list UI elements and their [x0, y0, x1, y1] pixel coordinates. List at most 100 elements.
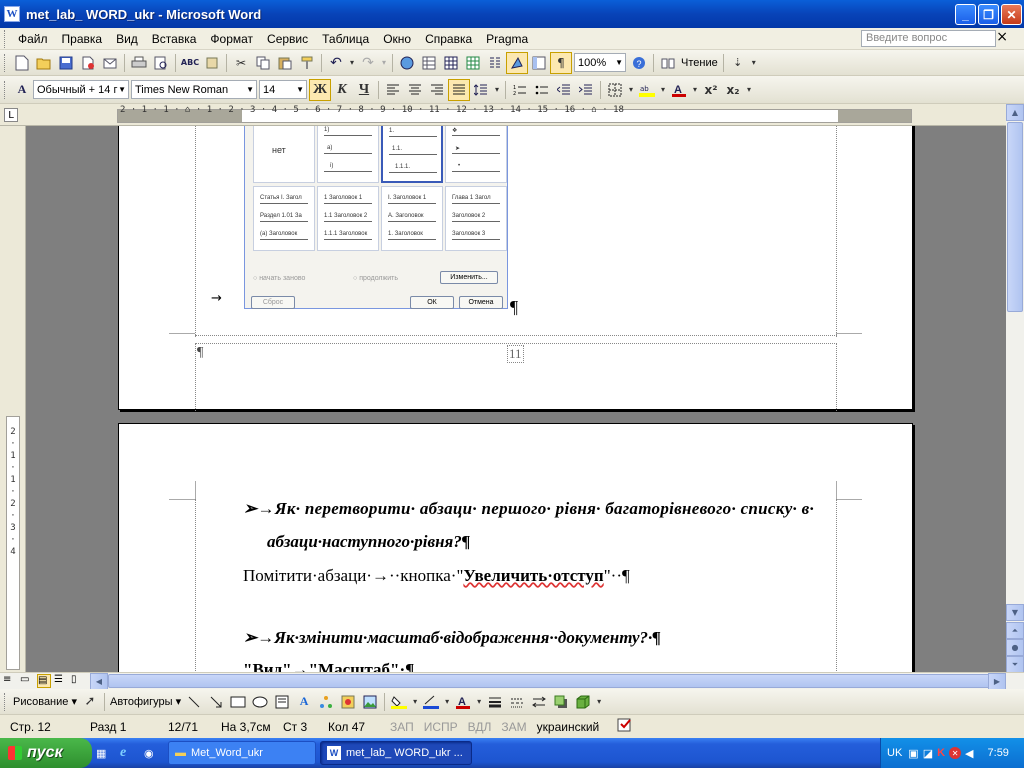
show-desktop-icon[interactable]: ▦ — [96, 741, 116, 765]
read-mode-icon[interactable] — [657, 52, 679, 74]
wordart-icon[interactable]: A — [293, 691, 315, 713]
start-button[interactable]: пуск — [0, 738, 92, 768]
network-icon[interactable]: ▣ — [908, 747, 918, 760]
safely-remove-icon[interactable]: ◪ — [923, 747, 933, 760]
show-hide-marks-button[interactable]: ¶ — [550, 51, 572, 74]
clipart-icon[interactable] — [337, 691, 359, 713]
vertical-scrollbar[interactable]: ▲ ▼ ⏶ ● ⏷ — [1006, 104, 1024, 673]
page-12[interactable]: ➢→Як· перетворити· абзаци· першого· рівн… — [118, 423, 913, 672]
line-style-icon[interactable] — [484, 691, 506, 713]
copy-icon[interactable] — [252, 52, 274, 74]
decrease-indent-icon[interactable] — [553, 79, 575, 101]
hyperlink-icon[interactable] — [396, 52, 418, 74]
menu-item-3[interactable]: Вставка — [145, 32, 204, 46]
scroll-up-icon[interactable]: ▲ — [1006, 104, 1024, 121]
help-icon[interactable]: ? — [628, 52, 650, 74]
maximize-button[interactable]: ❐ — [978, 4, 999, 25]
menu-item-0[interactable]: Файл — [11, 32, 55, 46]
previous-page-icon[interactable]: ⏶ — [1006, 622, 1024, 639]
permission-icon[interactable] — [77, 52, 99, 74]
toolbar-options-icon[interactable]: ▾ — [749, 52, 759, 74]
line-color-icon[interactable] — [420, 691, 442, 713]
shadow-style-icon[interactable] — [550, 691, 572, 713]
menu-item-8[interactable]: Справка — [418, 32, 479, 46]
insert-excel-icon[interactable] — [462, 52, 484, 74]
kaspersky-icon[interactable]: K — [937, 747, 945, 759]
menu-item-4[interactable]: Формат — [203, 32, 260, 46]
toolbar-grip[interactable] — [4, 29, 7, 48]
scroll-left-icon[interactable]: ◀ — [90, 673, 108, 690]
language-indicator[interactable]: UK — [887, 747, 902, 759]
redo-icon[interactable]: ↷ — [357, 52, 379, 74]
style-select[interactable]: Обычный + 14 г ▼ — [33, 80, 129, 99]
question-2[interactable]: ➢→Як·змінити·масштаб·відображення··докум… — [243, 628, 661, 648]
3d-style-icon[interactable] — [572, 691, 594, 713]
numbering-icon[interactable]: 12 — [509, 79, 531, 101]
reading-view-icon[interactable]: ▯ — [71, 674, 85, 688]
justify-icon[interactable] — [448, 78, 470, 101]
question-1-line-2[interactable]: абзаци·наступного·рівня?¶ — [267, 532, 470, 552]
undo-dropdown-icon[interactable]: ▾ — [347, 52, 357, 74]
status-overtype[interactable]: ЗАМ — [501, 720, 526, 734]
align-left-icon[interactable] — [382, 79, 404, 101]
paste-icon[interactable] — [274, 52, 296, 74]
insert-picture-icon[interactable] — [359, 691, 381, 713]
media-player-icon[interactable]: ◉ — [144, 741, 164, 765]
spelling-icon[interactable]: ABC — [179, 52, 201, 74]
close-button[interactable]: ✕ — [1001, 4, 1022, 25]
redo-dropdown-icon[interactable]: ▾ — [379, 52, 389, 74]
italic-button[interactable]: К — [331, 79, 353, 101]
text-box-icon[interactable] — [271, 691, 293, 713]
toolbar-options-icon[interactable]: ▾ — [744, 79, 754, 101]
status-extend[interactable]: ВДЛ — [468, 720, 492, 734]
print-layout-view-icon[interactable]: ▤ — [37, 674, 51, 688]
print-preview-icon[interactable] — [150, 52, 172, 74]
increase-indent-icon[interactable] — [575, 79, 597, 101]
autoshapes-menu-button[interactable]: Автофигуры ▾ — [108, 695, 183, 708]
align-right-icon[interactable] — [426, 79, 448, 101]
toolbar-options-icon[interactable]: ▾ — [594, 691, 604, 713]
select-browse-object-icon[interactable]: ● — [1006, 639, 1024, 656]
horizontal-scrollbar[interactable]: ≡ ▭ ▤ ☰ ▯ ◀ ▶ — [0, 672, 1024, 690]
tables-borders-icon[interactable] — [418, 52, 440, 74]
font-color-dropdown-icon[interactable]: ▾ — [690, 79, 700, 101]
scroll-right-icon[interactable]: ▶ — [988, 673, 1006, 690]
email-icon[interactable] — [99, 52, 121, 74]
menu-item-6[interactable]: Таблица — [315, 32, 376, 46]
security-alert-icon[interactable]: ✕ — [949, 747, 962, 759]
normal-view-icon[interactable]: ≡ — [3, 674, 17, 688]
menu-item-5[interactable]: Сервис — [260, 32, 315, 46]
document-map-icon[interactable] — [528, 52, 550, 74]
research-icon[interactable] — [201, 52, 223, 74]
open-folder-icon[interactable] — [33, 52, 55, 74]
font-color-icon[interactable]: A — [668, 79, 690, 101]
underline-button[interactable]: Ч — [353, 79, 375, 101]
bold-button[interactable]: Ж — [309, 78, 331, 101]
subscript-button[interactable]: x₂ — [722, 79, 744, 101]
status-language[interactable]: украинский — [537, 720, 600, 734]
horizontal-scroll-thumb[interactable] — [108, 674, 990, 688]
zoom-select[interactable]: 100% ▼ — [574, 53, 626, 72]
print-icon[interactable] — [128, 52, 150, 74]
font-select[interactable]: Times New Roman ▼ — [131, 80, 257, 99]
superscript-button[interactable]: x² — [700, 79, 722, 101]
drawing-font-color-icon[interactable]: A — [452, 691, 474, 713]
dash-style-icon[interactable] — [506, 691, 528, 713]
document-close-icon[interactable]: × — [996, 29, 1008, 45]
web-view-icon[interactable]: ▭ — [20, 674, 34, 688]
menu-item-9[interactable]: Pragma — [479, 32, 535, 46]
save-icon[interactable] — [55, 52, 77, 74]
align-center-icon[interactable] — [404, 79, 426, 101]
document-area[interactable]: ¶ 11 нет 1) а) i) 1. 1.1. 1.1.1. ❖ ➤ • Статья I. З… — [26, 126, 1006, 672]
answer-2-partial[interactable]: "Вид"→"Масштаб"·¶ — [243, 660, 414, 672]
status-record[interactable]: ЗАП — [390, 720, 414, 734]
columns-icon[interactable] — [484, 52, 506, 74]
drawing-font-color-dropdown-icon[interactable]: ▾ — [474, 691, 484, 713]
tab-selector[interactable]: L — [4, 108, 18, 122]
menu-item-2[interactable]: Вид — [109, 32, 145, 46]
toolbar-grip[interactable] — [4, 53, 7, 72]
fill-color-icon[interactable] — [388, 691, 410, 713]
taskbar-item-folder[interactable]: ▬ Met_Word_ukr — [168, 741, 316, 765]
toolbar-grip[interactable] — [4, 692, 7, 711]
vertical-ruler[interactable]: 2 · 1 · 1 · 2 · 3 · 4 — [0, 126, 26, 672]
